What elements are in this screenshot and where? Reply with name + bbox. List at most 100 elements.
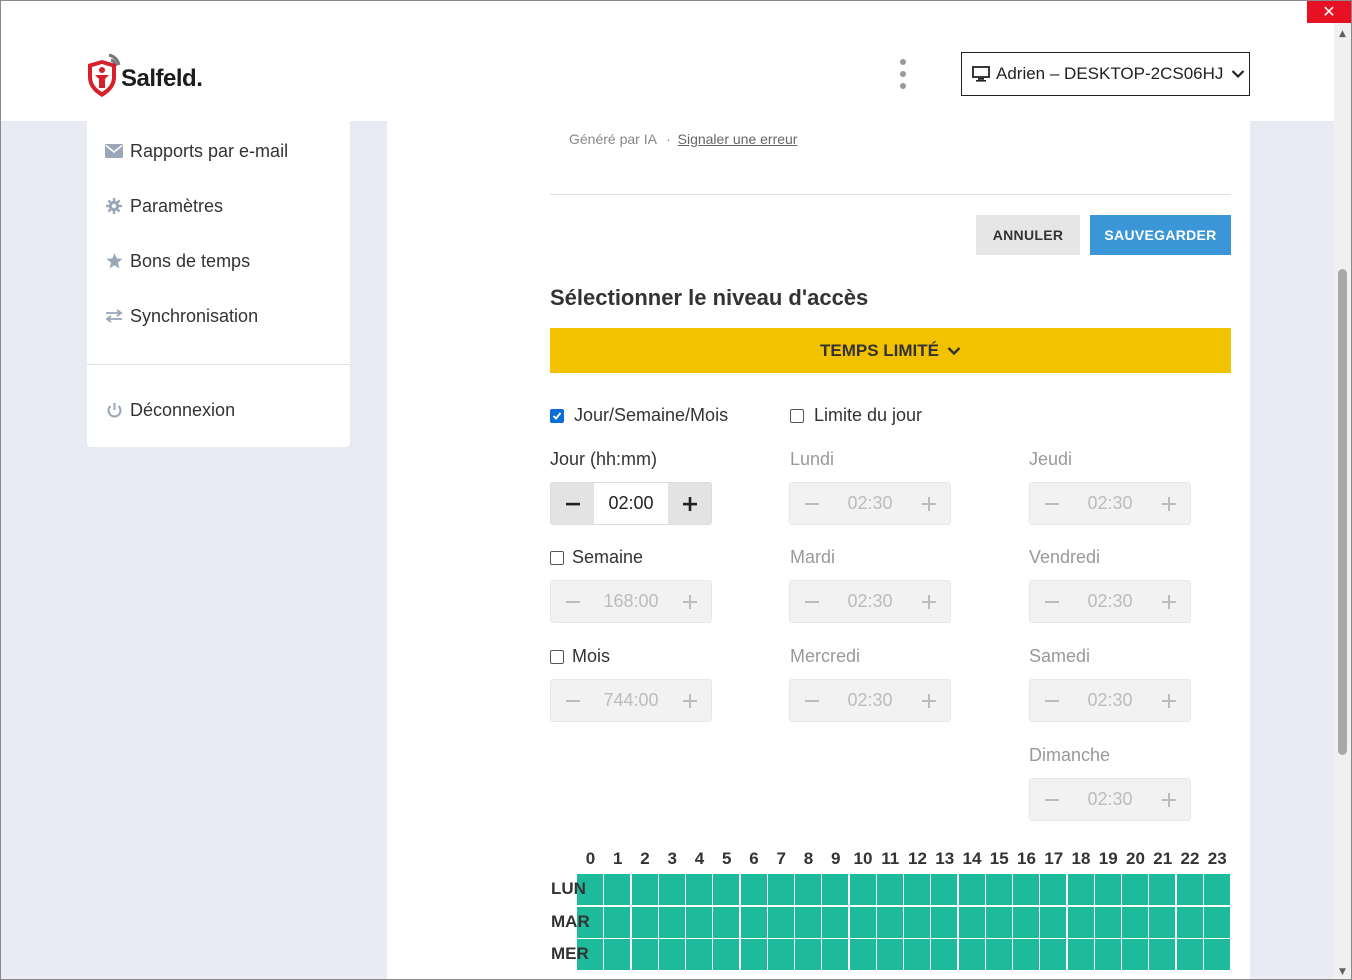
schedule-cell[interactable] <box>767 906 795 939</box>
schedule-cell[interactable] <box>904 939 931 971</box>
salfeld-logo[interactable]: Salfeld. <box>85 51 215 99</box>
scroll-up-arrow-icon[interactable]: ▲ <box>1334 29 1351 39</box>
schedule-cell[interactable] <box>1122 939 1149 971</box>
schedule-cell[interactable] <box>795 939 822 971</box>
schedule-cell[interactable] <box>876 906 904 939</box>
schedule-cell[interactable] <box>795 906 822 939</box>
device-select[interactable]: Adrien – DESKTOP-2CS06HJ <box>961 52 1250 96</box>
schedule-cell[interactable] <box>985 874 1013 906</box>
sidebar-item-email-reports[interactable]: Rapports par e-mail <box>105 138 288 164</box>
close-window-button[interactable]: ✕ <box>1307 1 1351 23</box>
schedule-cell[interactable] <box>904 874 931 906</box>
schedule-cell[interactable] <box>1203 939 1231 971</box>
schedule-cell[interactable] <box>1067 906 1095 939</box>
sync-arrows-icon <box>105 307 123 325</box>
scrollbar-thumb[interactable] <box>1338 269 1347 755</box>
schedule-cell[interactable] <box>658 939 686 971</box>
schedule-cell[interactable] <box>1149 874 1177 906</box>
ai-generated-note: Généré par IA · Signaler une erreur <box>569 131 797 147</box>
sidebar-item-time-vouchers[interactable]: Bons de temps <box>105 248 250 274</box>
schedule-cell[interactable] <box>631 874 659 906</box>
schedule-cell[interactable] <box>849 939 877 971</box>
schedule-cell[interactable] <box>1067 939 1095 971</box>
sidebar-item-logout[interactable]: Déconnexion <box>105 397 235 423</box>
month-limit-checkbox[interactable]: Mois <box>550 646 610 667</box>
schedule-cell[interactable] <box>795 874 822 906</box>
decrement-button[interactable] <box>551 483 594 524</box>
schedule-cell[interactable] <box>740 874 768 906</box>
vertical-scrollbar[interactable]: ▲ ▼ <box>1334 23 1351 979</box>
schedule-cell[interactable] <box>822 906 850 939</box>
schedule-cell[interactable] <box>1094 939 1122 971</box>
schedule-cell[interactable] <box>1149 906 1177 939</box>
schedule-cell[interactable] <box>1013 906 1040 939</box>
sidebar-item-sync[interactable]: Synchronisation <box>105 303 258 329</box>
schedule-cell[interactable] <box>740 939 768 971</box>
schedule-cell[interactable] <box>604 906 632 939</box>
schedule-cell[interactable] <box>1067 874 1095 906</box>
schedule-cell[interactable] <box>985 906 1013 939</box>
more-options-icon[interactable] <box>894 59 912 89</box>
decrement-button <box>790 680 833 721</box>
schedule-cell[interactable] <box>931 939 959 971</box>
schedule-cell[interactable] <box>658 874 686 906</box>
schedule-cell[interactable] <box>1094 906 1122 939</box>
schedule-cell[interactable] <box>686 906 713 939</box>
schedule-cell[interactable] <box>604 939 632 971</box>
report-error-link[interactable]: Signaler une erreur <box>678 131 798 147</box>
schedule-cell[interactable] <box>1122 874 1149 906</box>
schedule-cell[interactable] <box>767 874 795 906</box>
schedule-cell[interactable] <box>958 906 986 939</box>
increment-button <box>907 581 950 622</box>
schedule-cell[interactable] <box>849 906 877 939</box>
schedule-cell[interactable] <box>767 939 795 971</box>
schedule-cell[interactable] <box>713 939 741 971</box>
schedule-cell[interactable] <box>1040 939 1068 971</box>
schedule-cell[interactable] <box>985 939 1013 971</box>
content-divider <box>550 194 1231 195</box>
schedule-cell[interactable] <box>822 939 850 971</box>
cancel-button[interactable]: ANNULER <box>976 215 1080 255</box>
daily-limit-checkbox[interactable]: Limite du jour <box>790 405 922 426</box>
schedule-cell[interactable] <box>1203 874 1231 906</box>
schedule-cell[interactable] <box>713 874 741 906</box>
schedule-cell[interactable] <box>931 906 959 939</box>
schedule-cell[interactable] <box>1203 906 1231 939</box>
schedule-cell[interactable] <box>1176 906 1204 939</box>
schedule-cell[interactable] <box>1040 906 1068 939</box>
schedule-cell[interactable] <box>604 874 632 906</box>
schedule-cell[interactable] <box>658 906 686 939</box>
schedule-cell[interactable] <box>1176 874 1204 906</box>
checkbox-unchecked-icon <box>550 649 564 664</box>
schedule-cell[interactable] <box>1013 874 1040 906</box>
schedule-cell[interactable] <box>958 874 986 906</box>
schedule-cell[interactable] <box>631 939 659 971</box>
schedule-cell[interactable] <box>822 874 850 906</box>
schedule-cell[interactable] <box>876 874 904 906</box>
sidebar-item-settings[interactable]: Paramètres <box>105 193 223 219</box>
scroll-down-arrow-icon[interactable]: ▼ <box>1334 967 1351 977</box>
schedule-cell[interactable] <box>1094 874 1122 906</box>
schedule-cell[interactable] <box>631 906 659 939</box>
schedule-cell[interactable] <box>713 906 741 939</box>
week-limit-checkbox[interactable]: Semaine <box>550 547 643 568</box>
schedule-cell[interactable] <box>1040 874 1068 906</box>
schedule-cell[interactable] <box>1122 906 1149 939</box>
access-level-dropdown[interactable]: TEMPS LIMITÉ <box>550 328 1231 373</box>
schedule-cell[interactable] <box>686 874 713 906</box>
save-button[interactable]: SAUVEGARDER <box>1090 215 1231 255</box>
schedule-cell[interactable] <box>904 906 931 939</box>
schedule-cell[interactable] <box>849 874 877 906</box>
schedule-cell[interactable] <box>958 939 986 971</box>
schedule-cell[interactable] <box>876 939 904 971</box>
schedule-cell[interactable] <box>1176 939 1204 971</box>
schedule-cell[interactable] <box>931 874 959 906</box>
schedule-cell[interactable] <box>686 939 713 971</box>
day-limit-value[interactable]: 02:00 <box>594 483 668 524</box>
increment-button[interactable] <box>668 483 711 524</box>
schedule-cell[interactable] <box>740 906 768 939</box>
schedule-cell[interactable] <box>1149 939 1177 971</box>
weekday-stepper-wednesday: 02:30 <box>789 679 951 722</box>
period-limit-checkbox[interactable]: Jour/Semaine/Mois <box>550 405 728 426</box>
schedule-cell[interactable] <box>1013 939 1040 971</box>
